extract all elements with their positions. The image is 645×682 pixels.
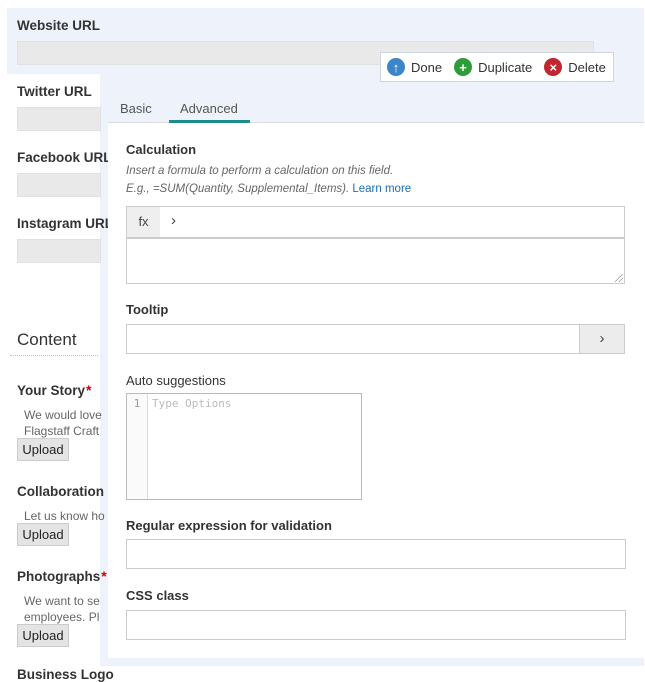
collaboration-label: Collaboration xyxy=(17,484,104,499)
css-class-label: CSS class xyxy=(126,588,189,603)
regex-input[interactable] xyxy=(126,539,626,569)
collaboration-desc: Let us know ho xyxy=(24,509,105,523)
done-button[interactable]: ↑ Done xyxy=(387,58,442,76)
css-class-input[interactable] xyxy=(126,610,626,640)
chevron-right-icon[interactable]: › xyxy=(171,212,176,229)
chevron-right-icon: › xyxy=(599,330,605,347)
field-action-toolbar: ↑ Done + Duplicate × Delete xyxy=(380,52,614,82)
required-mark: * xyxy=(86,382,92,398)
auto-suggestions-editor[interactable]: 1 Type Options xyxy=(126,393,362,500)
duplicate-label: Duplicate xyxy=(478,59,533,75)
website-url-label: Website URL xyxy=(17,18,101,33)
your-story-desc-line-1: We would love xyxy=(24,408,102,422)
fx-icon[interactable]: fx xyxy=(127,207,160,237)
twitter-url-label: Twitter URL xyxy=(17,84,92,99)
delete-label: Delete xyxy=(568,59,606,75)
instagram-url-input[interactable] xyxy=(17,239,101,263)
duplicate-button[interactable]: + Duplicate xyxy=(454,58,532,76)
instagram-url-label: Instagram URL xyxy=(17,216,114,231)
photographs-desc-line-2: employees. Pl xyxy=(24,610,100,624)
plus-icon: + xyxy=(454,58,473,76)
your-story-desc-line-2: Flagstaff Craft xyxy=(24,424,100,438)
delete-button[interactable]: × Delete xyxy=(544,58,606,76)
collaboration-upload-button[interactable]: Upload xyxy=(17,523,69,546)
your-story-upload-button[interactable]: Upload xyxy=(17,438,69,461)
options-placeholder: Type Options xyxy=(152,397,232,410)
formula-toolbar: fx › xyxy=(126,206,625,238)
tab-advanced[interactable]: Advanced xyxy=(180,101,238,116)
calculation-example: E.g., =SUM(Quantity, Supplemental_Items)… xyxy=(126,183,412,195)
calculation-hint: Insert a formula to perform a calculatio… xyxy=(126,165,394,177)
section-divider xyxy=(10,355,98,356)
section-title-content: Content xyxy=(17,330,77,349)
facebook-url-label: Facebook URL xyxy=(17,150,112,165)
regex-label: Regular expression for validation xyxy=(126,518,332,533)
close-icon: × xyxy=(544,58,563,76)
tooltip-input[interactable] xyxy=(126,324,580,354)
twitter-url-input[interactable] xyxy=(17,107,101,131)
auto-suggestions-label: Auto suggestions xyxy=(126,373,226,388)
your-story-label: Your Story* xyxy=(17,382,92,398)
field-settings-panel: Basic Advanced Calculation Insert a form… xyxy=(108,96,644,658)
business-logo-label: Business Logo xyxy=(17,667,114,682)
active-tab-indicator xyxy=(169,120,250,123)
calculation-label: Calculation xyxy=(126,142,197,157)
required-mark: * xyxy=(101,568,107,584)
tab-basic[interactable]: Basic xyxy=(120,101,152,116)
formula-textarea[interactable] xyxy=(126,238,625,284)
learn-more-link[interactable]: Learn more xyxy=(352,183,411,195)
done-label: Done xyxy=(411,59,443,75)
settings-tabs: Basic Advanced xyxy=(108,96,644,123)
tooltip-label: Tooltip xyxy=(126,302,169,317)
resize-handle-icon[interactable] xyxy=(615,274,623,282)
arrow-up-icon: ↑ xyxy=(387,58,405,76)
photographs-desc-line-1: We want to se xyxy=(24,594,100,608)
line-number-gutter: 1 xyxy=(127,394,148,499)
facebook-url-input[interactable] xyxy=(17,173,101,197)
tooltip-expand-button[interactable]: › xyxy=(579,324,625,354)
photographs-label: Photographs* xyxy=(17,568,107,584)
photographs-upload-button[interactable]: Upload xyxy=(17,624,69,647)
